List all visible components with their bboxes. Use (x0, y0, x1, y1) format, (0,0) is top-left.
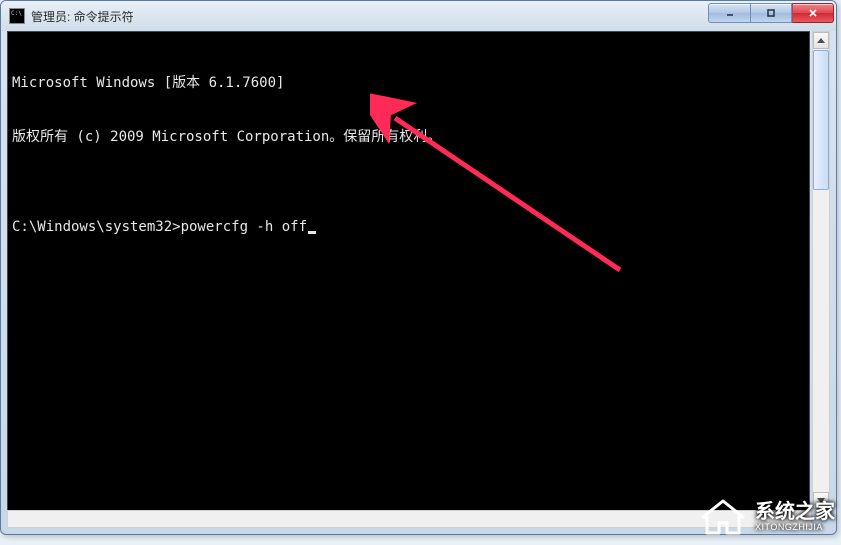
horizontal-scrollbar[interactable] (7, 510, 812, 528)
console-prompt: C:\Windows\system32> (12, 218, 181, 236)
text-cursor (308, 231, 316, 234)
maximize-button[interactable] (750, 3, 792, 23)
watermark: 系统之家 XITONGZHIJIA (699, 497, 835, 537)
cmd-icon (9, 8, 25, 24)
vertical-scrollbar[interactable] (812, 31, 830, 510)
house-icon (699, 497, 747, 537)
close-icon (808, 8, 818, 18)
close-button[interactable] (792, 3, 834, 23)
watermark-main: 系统之家 (755, 502, 835, 522)
watermark-text: 系统之家 XITONGZHIJIA (755, 502, 835, 533)
minimize-icon (725, 8, 735, 18)
console-area[interactable]: Microsoft Windows [版本 6.1.7600] 版权所有 (c)… (7, 31, 810, 528)
console-line: 版权所有 (c) 2009 Microsoft Corporation。保留所有… (12, 128, 805, 146)
titlebar[interactable]: 管理员: 命令提示符 (1, 1, 836, 31)
scroll-thumb[interactable] (813, 50, 829, 190)
maximize-icon (766, 8, 776, 18)
scroll-up-button[interactable] (813, 32, 829, 49)
minimize-button[interactable] (708, 3, 750, 23)
command-prompt-window: 管理员: 命令提示符 Microsoft Windows [版本 6.1.76 (0, 0, 837, 535)
watermark-sub: XITONGZHIJIA (755, 522, 835, 533)
chevron-up-icon (817, 38, 825, 43)
console-line: Microsoft Windows [版本 6.1.7600] (12, 74, 805, 92)
console-command: powercfg -h off (181, 218, 307, 236)
console-prompt-line: C:\Windows\system32>powercfg -h off (12, 218, 805, 236)
window-controls (708, 3, 834, 23)
